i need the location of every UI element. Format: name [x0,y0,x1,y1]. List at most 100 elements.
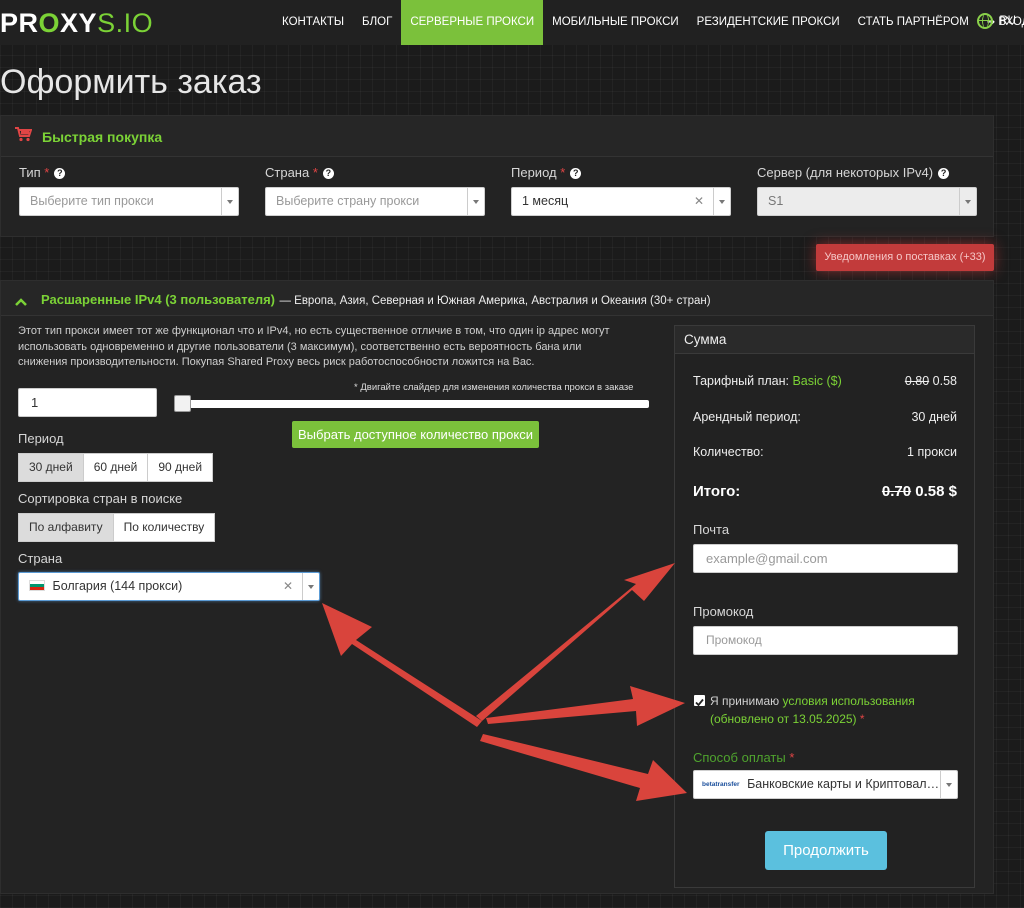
type-select[interactable]: Выберите тип прокси [19,187,239,216]
quantity-slider-handle[interactable] [174,395,191,412]
period-select[interactable]: 1 месяц ✕ [511,187,731,216]
period-60-days-button[interactable]: 60 дней [82,453,149,482]
type-select-value: Выберите тип прокси [30,194,154,208]
period-row-value: 30 дней [911,410,957,424]
promo-input[interactable]: Промокод [693,626,958,655]
period-select-value: 1 месяц [522,194,569,208]
period-row-label: Арендный период: [693,410,801,424]
checkmark-icon [695,698,704,707]
country-select-value: Болгария (144 прокси) [52,579,183,593]
sort-quantity-button[interactable]: По количеству [112,513,216,542]
plan-name: Basic ($) [792,374,842,388]
total-price: 0.70 0.58 $ [882,483,957,500]
sort-button-group: По алфавиту По количеству [18,513,216,542]
terms-date: (обновлено от 13.05.2025) [710,712,857,726]
page-title: Оформить заказ [0,63,262,101]
chevron-down-icon [302,573,319,600]
type-label: Тип *? [19,165,66,180]
nav-server-proxies[interactable]: СЕРВЕРНЫЕ ПРОКСИ [401,0,544,45]
choose-available-quantity-button[interactable]: Выбрать доступное количество прокси [292,421,539,448]
plan-old-price: 0.80 [904,374,930,388]
logo-text: O [38,8,61,38]
language-label: RU [999,15,1016,27]
terms-checkbox[interactable] [694,695,705,707]
terms-link[interactable]: условия использования [782,694,914,708]
product-header[interactable]: Расшаренные IPv4 (3 пользователя) — Евро… [1,281,993,316]
plan-price: 0.80 0.58 [905,374,957,388]
chevron-down-icon [940,771,957,798]
bulgaria-flag-icon [29,580,45,591]
product-description: Этот тип прокси имеет тот же функционал … [18,325,610,368]
period-label: Период *? [511,165,582,180]
sort-alphabet-button[interactable]: По алфавиту [18,513,114,542]
top-navigation-bar: PROXYS.IO КОНТАКТЫ БЛОГ СЕРВЕРНЫЕ ПРОКСИ… [0,0,1024,45]
chevron-down-icon [221,188,238,215]
quick-purchase-title: Быстрая покупка [42,129,163,145]
terms-text: Я принимаю условия использования (обновл… [710,694,915,726]
continue-button[interactable]: Продолжить [765,831,887,870]
plan-label: Тарифный план: [693,374,789,388]
email-input[interactable]: example@gmail.com [693,544,958,573]
language-switcher[interactable]: RU [977,13,1016,29]
server-select[interactable]: S1 [757,187,977,216]
country-label: Страна *? [265,165,334,180]
logo-text: .IO [115,8,154,38]
quantity-slider-track[interactable] [177,400,649,408]
nav-become-partner[interactable]: СТАТЬ ПАРТНЁРОМ [849,0,978,45]
chevron-up-icon [15,293,27,306]
period-30-days-button[interactable]: 30 дней [18,453,84,482]
help-icon[interactable]: ? [322,168,334,179]
product-subtitle: — Европа, Азия, Северная и Южная Америка… [279,295,711,307]
clear-icon[interactable]: ✕ [694,188,704,215]
chevron-down-icon [713,188,730,215]
product-country-label: Страна [18,551,63,566]
quick-purchase-header: Быстрая покупка [1,116,993,157]
cart-icon [14,126,33,142]
supply-notifications-button[interactable]: Уведомления о поставках (+33) [816,244,994,271]
terms-prefix: Я принимаю [710,694,780,708]
clear-icon[interactable]: ✕ [283,573,293,600]
period-button-group: 30 дней 60 дней 90 дней [18,453,214,482]
server-select-value: S1 [768,194,784,208]
globe-icon [977,13,994,29]
promo-label: Промокод [693,604,754,619]
country-select-product[interactable]: Болгария (144 прокси) ✕ [18,572,320,601]
email-label: Почта [693,522,730,537]
help-icon[interactable]: ? [54,168,66,179]
payment-method-select[interactable]: betatransfer Банковские карты и Криптова… [693,770,958,799]
quantity-input[interactable]: 1 [18,388,157,417]
period-90-days-button[interactable]: 90 дней [147,453,214,482]
help-icon[interactable]: ? [938,168,950,179]
summary-title: Сумма [684,332,727,347]
quantity-row-value: 1 прокси [907,445,957,459]
logo-text: S [97,8,116,38]
slider-hint: * Двигайте слайдер для изменения количес… [354,382,634,393]
help-icon[interactable]: ? [570,168,582,179]
product-title: Расшаренные IPv4 (3 пользователя) [41,292,275,307]
payment-label: Способ оплаты * [693,750,795,765]
server-label: Сервер (для некоторых IPv4)? [757,165,950,180]
nav-blog[interactable]: БЛОГ [353,0,401,45]
plan-row-label: Тарифный план: Basic ($) [693,374,842,388]
betatransfer-logo: betatransfer [702,781,740,788]
chevron-down-icon [959,188,976,215]
payment-method-value: Банковские карты и Криптовал… [747,777,940,791]
total-new-price: 0.58 $ [915,483,957,500]
sort-label: Сортировка стран в поиске [18,491,183,506]
main-nav: КОНТАКТЫ БЛОГ СЕРВЕРНЫЕ ПРОКСИ МОБИЛЬНЫЕ… [273,0,1024,45]
total-label: Итого: [693,483,741,500]
nav-residential-proxies[interactable]: РЕЗИДЕНТСКИЕ ПРОКСИ [688,0,849,45]
total-old-price: 0.70 [881,483,912,500]
nav-contacts[interactable]: КОНТАКТЫ [273,0,353,45]
site-logo[interactable]: PROXYS.IO [0,8,153,39]
logo-text: XY [60,8,98,38]
quantity-row-label: Количество: [693,445,764,459]
plan-new-price: 0.58 [932,374,957,388]
summary-card: Сумма Тарифный план: Basic ($) 0.80 0.58… [674,325,975,888]
country-select[interactable]: Выберите страну прокси [265,187,485,216]
logo-text: PR [0,8,39,38]
summary-header: Сумма [675,326,974,354]
nav-mobile-proxies[interactable]: МОБИЛЬНЫЕ ПРОКСИ [543,0,688,45]
chevron-down-icon [467,188,484,215]
quick-purchase-panel: Быстрая покупка Тип *? Выберите тип прок… [0,115,994,237]
